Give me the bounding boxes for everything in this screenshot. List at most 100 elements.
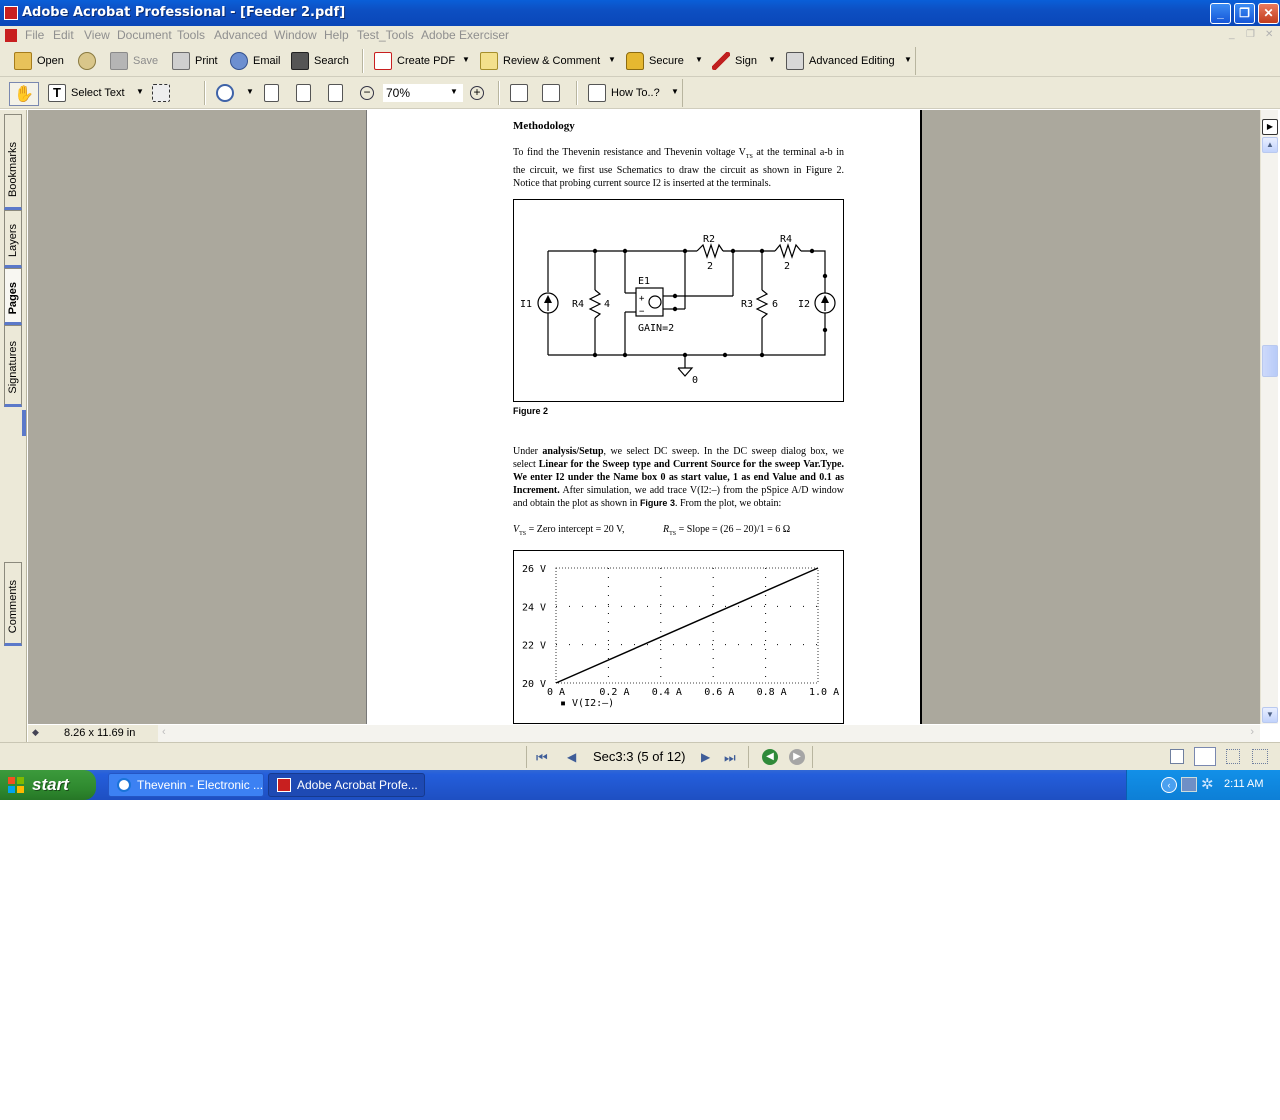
how-to-label: How To..? [611, 87, 660, 99]
scroll-left-icon[interactable]: ‹ [162, 726, 166, 738]
y-tick-label: 20 V [522, 679, 546, 690]
menu-help[interactable]: Help [324, 28, 349, 42]
select-text-button[interactable]: T Select Text [48, 83, 125, 103]
star-tray-icon[interactable]: ✲ [1201, 775, 1214, 793]
menu-window[interactable]: Window [274, 28, 317, 42]
scroll-right-icon[interactable]: › [1250, 726, 1254, 738]
horizontal-scrollbar[interactable]: ‹ › [158, 725, 1260, 742]
toolbar-end [682, 79, 683, 107]
save-button[interactable]: Save [110, 51, 158, 71]
taskbar-item-acrobat[interactable]: Adobe Acrobat Profe... [268, 773, 425, 797]
equation-rts: RTS = Slope = (26 – 20)/1 = 6 Ω [663, 524, 790, 537]
print-button[interactable]: Print [172, 51, 218, 71]
scroll-up-button[interactable]: ▲ [1262, 137, 1278, 153]
menu-view[interactable]: View [84, 28, 110, 42]
single-page-icon[interactable] [1170, 749, 1184, 764]
page-number-field[interactable]: Sec3:3 (5 of 12) [590, 747, 690, 767]
previous-page-icon[interactable]: ◀ [567, 750, 576, 764]
sign-dropdown-icon[interactable]: ▼ [768, 55, 776, 64]
legend-entry: ▪ V(I2:–) [560, 698, 614, 709]
tab-signatures[interactable]: Signatures [4, 325, 22, 407]
create-pdf-label: Create PDF [397, 55, 456, 67]
taskbar-item-browser[interactable]: Thevenin - Electronic ... [108, 773, 264, 797]
zoom-tool-dropdown-icon[interactable]: ▼ [246, 87, 254, 96]
menu-test-tools[interactable]: Test_Tools [357, 28, 414, 42]
menu-tools[interactable]: Tools [177, 28, 205, 42]
zoom-tool-button[interactable] [216, 83, 239, 103]
hand-icon: ✋ [14, 86, 34, 103]
organizer-button[interactable] [78, 51, 101, 71]
select-text-dropdown-icon[interactable]: ▼ [136, 87, 144, 96]
rotate-counterclockwise-button[interactable] [542, 83, 565, 103]
tab-pages[interactable]: Pages [4, 268, 22, 325]
snapshot-button[interactable] [152, 83, 175, 103]
go-back-icon[interactable]: ◀ [762, 749, 778, 765]
comment-icon [480, 52, 498, 70]
search-button[interactable]: Search [291, 51, 349, 71]
how-to-dropdown-icon[interactable]: ▼ [671, 87, 679, 96]
select-object-icon [786, 52, 804, 70]
rotate-clockwise-button[interactable] [510, 83, 533, 103]
tab-bookmarks[interactable]: Bookmarks [4, 114, 22, 210]
advanced-editing-dropdown-icon[interactable]: ▼ [904, 55, 912, 64]
pane-resize-handle[interactable] [22, 410, 26, 436]
fit-width-button[interactable] [328, 83, 348, 103]
toolbar-end [915, 47, 916, 75]
show-hidden-icons-icon[interactable]: ‹ [1161, 777, 1177, 793]
label-r4-left: R4 [572, 299, 584, 310]
zoom-dropdown-icon[interactable]: ▼ [450, 87, 458, 96]
actual-size-button[interactable] [264, 83, 284, 103]
clock[interactable]: 2:11 AM [1224, 778, 1264, 790]
open-button[interactable]: Open [14, 51, 64, 71]
vertical-scrollbar[interactable]: ▶ ▲ ▼ [1260, 110, 1278, 724]
page-forward-icon[interactable]: ▶ [1262, 119, 1278, 135]
last-page-icon[interactable]: ⏭ [724, 750, 736, 766]
review-comment-button[interactable]: Review & Comment [480, 51, 600, 71]
secure-dropdown-icon[interactable]: ▼ [695, 55, 703, 64]
review-dropdown-icon[interactable]: ▼ [608, 55, 616, 64]
next-page-icon[interactable]: ▶ [701, 750, 710, 764]
zoom-in-button[interactable]: + [470, 83, 484, 103]
tab-signatures-label: Signatures [7, 341, 19, 394]
menu-advanced[interactable]: Advanced [214, 28, 267, 42]
document-view[interactable]: Methodology To find the Thevenin resista… [28, 110, 1260, 724]
continuous-facing-icon[interactable] [1226, 749, 1240, 764]
tab-layers[interactable]: Layers [4, 210, 22, 268]
menu-edit[interactable]: Edit [53, 28, 74, 42]
sign-button[interactable]: Sign [712, 51, 757, 71]
continuous-page-icon[interactable] [1194, 747, 1216, 766]
para2-text-a: Under [513, 446, 543, 457]
facing-pages-icon[interactable] [1252, 749, 1268, 764]
advanced-editing-button[interactable]: Advanced Editing [786, 51, 895, 71]
secure-button[interactable]: Secure [626, 51, 684, 71]
minimize-button[interactable]: _ [1210, 3, 1231, 24]
mdi-close-button[interactable]: ✕ [1265, 29, 1273, 40]
zoom-out-button[interactable]: − [360, 83, 374, 103]
scroll-down-button[interactable]: ▼ [1262, 707, 1278, 723]
svg-text:−: − [639, 307, 645, 317]
x-tick-label: 0.2 A [599, 687, 629, 698]
email-button[interactable]: Email [230, 51, 281, 71]
close-button[interactable]: ✕ [1258, 3, 1279, 24]
how-to-button[interactable]: How To..? [588, 83, 660, 103]
network-icon[interactable] [1181, 777, 1197, 792]
start-button[interactable]: start [0, 770, 96, 800]
hand-tool-button[interactable]: ✋ [9, 82, 39, 106]
menu-adobe-exerciser[interactable]: Adobe Exerciser [421, 28, 509, 42]
split-handle-icon[interactable]: ◆ [32, 727, 39, 738]
fit-page-button[interactable] [296, 83, 316, 103]
first-page-icon[interactable]: ⏮ [536, 750, 548, 766]
document-icon[interactable] [5, 29, 17, 42]
mdi-restore-button[interactable]: ❐ [1246, 29, 1255, 40]
create-pdf-button[interactable]: Create PDF [374, 51, 455, 71]
mdi-minimize-button[interactable]: _ [1229, 29, 1235, 40]
search-label: Search [314, 55, 349, 67]
scroll-thumb[interactable] [1262, 345, 1278, 377]
create-pdf-dropdown-icon[interactable]: ▼ [462, 55, 470, 64]
menu-file[interactable]: File [25, 28, 44, 42]
tab-comments[interactable]: Comments [4, 562, 22, 646]
help-list-icon [588, 84, 606, 102]
menu-document[interactable]: Document [117, 28, 172, 42]
go-forward-icon[interactable]: ▶ [789, 749, 805, 765]
restore-button[interactable]: ❐ [1234, 3, 1255, 24]
